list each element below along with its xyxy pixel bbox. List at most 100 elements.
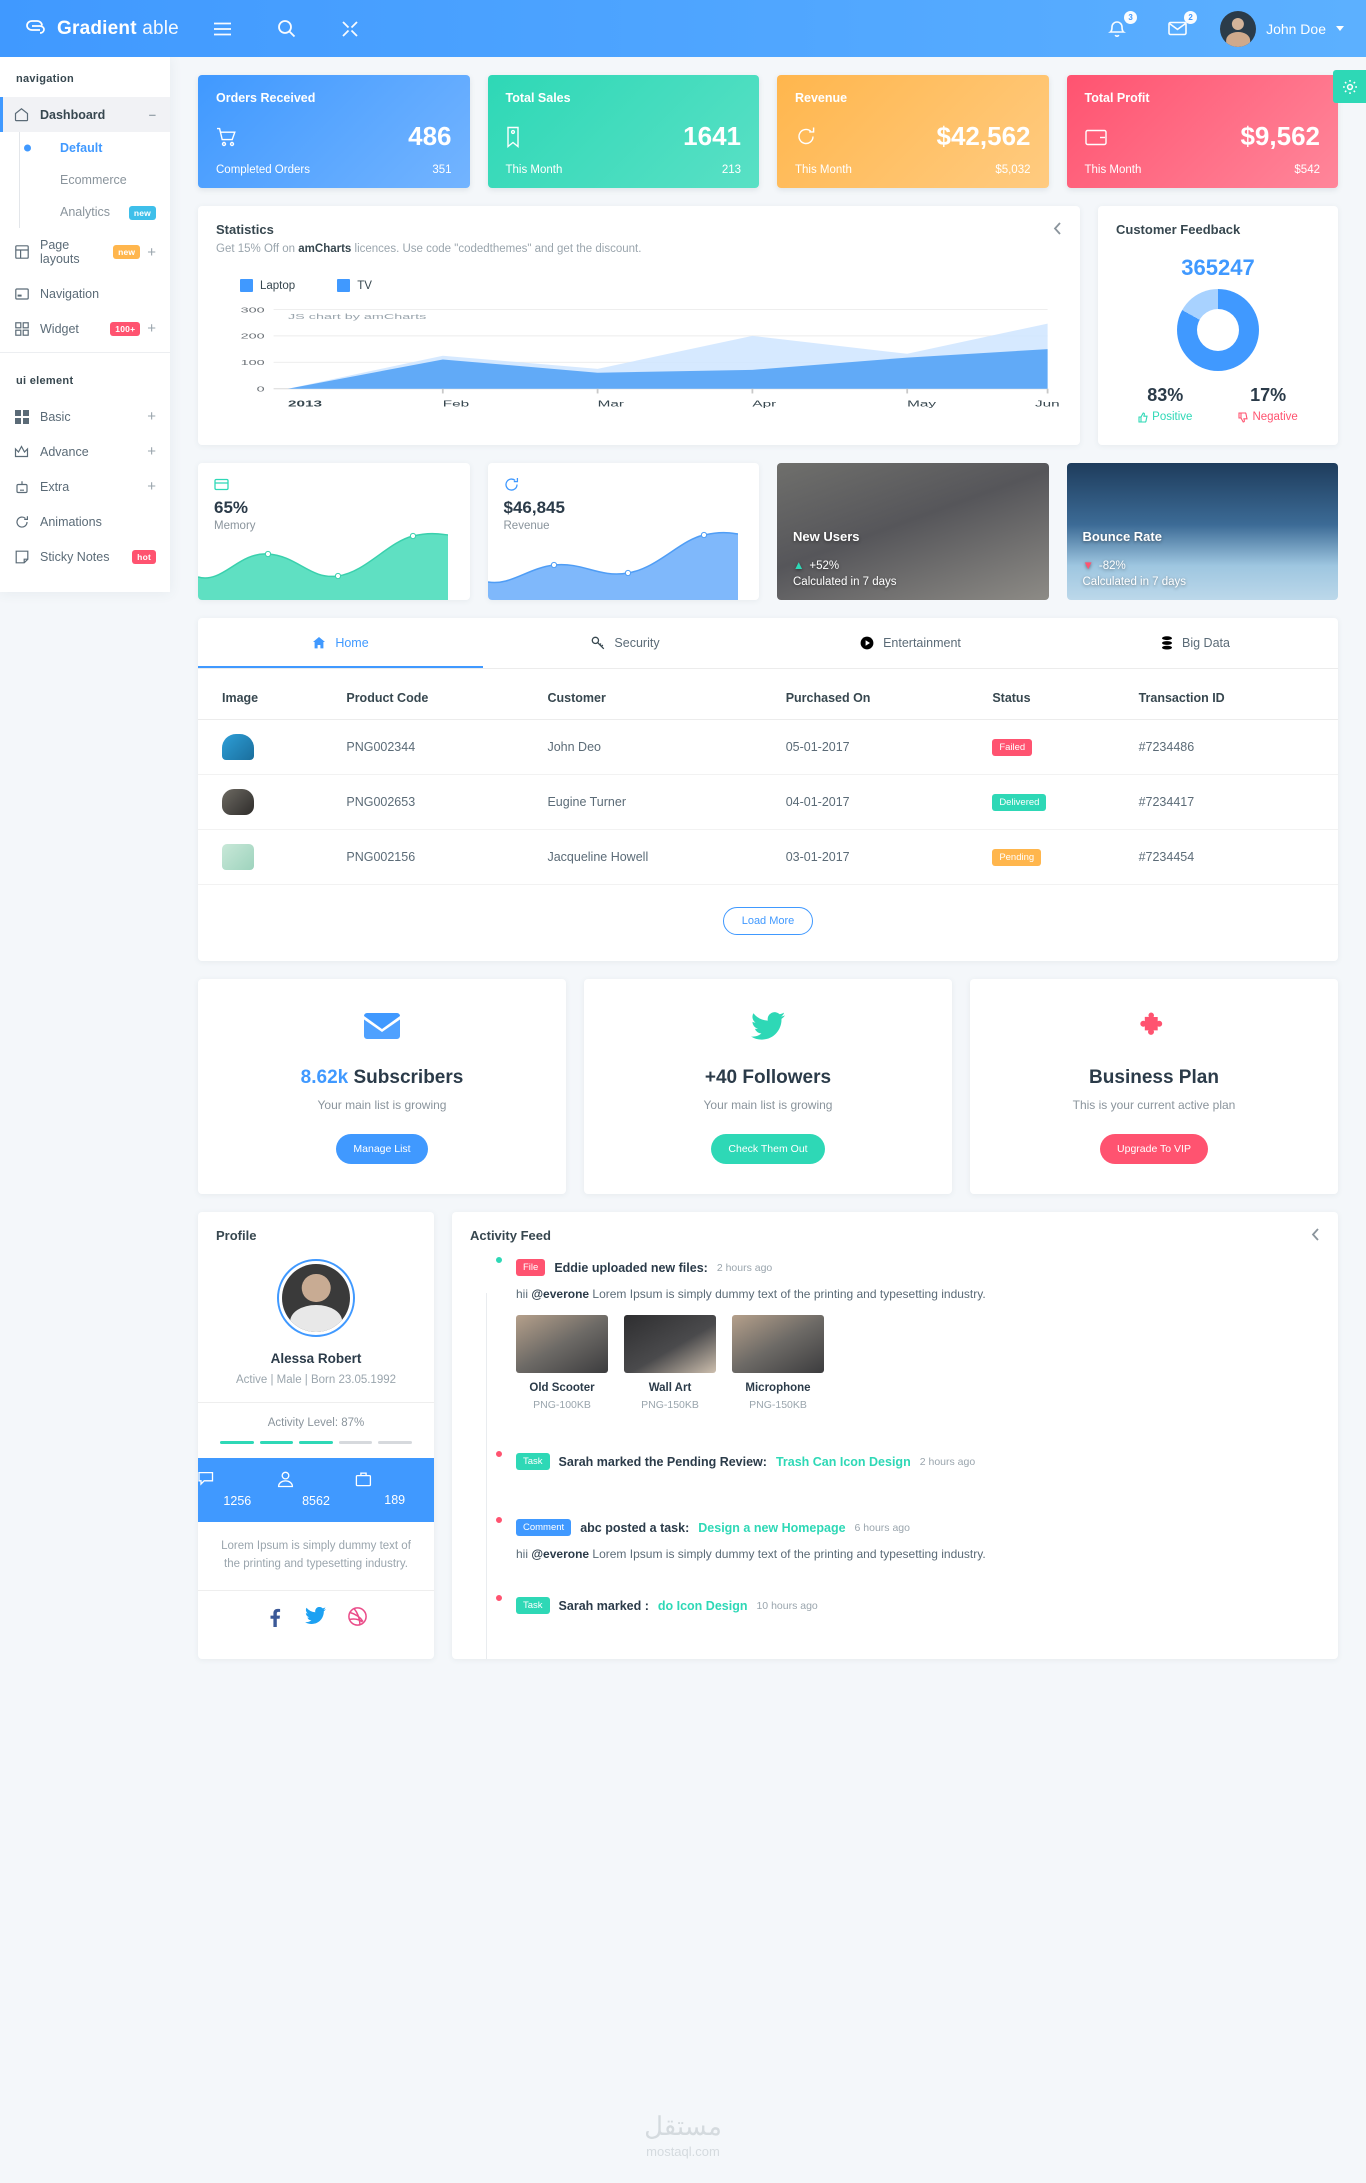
expand-toggle[interactable]: +: [147, 479, 156, 494]
file-item[interactable]: Wall Art PNG-150KB: [624, 1315, 716, 1411]
chevron-down-icon: [1336, 26, 1344, 31]
activity-link[interactable]: do Icon Design: [658, 1599, 748, 1613]
sidebar-item-widget[interactable]: Widget 100+ +: [0, 311, 170, 346]
file-item[interactable]: Microphone PNG-150KB: [732, 1315, 824, 1411]
profile-stat-comments[interactable]: 1256: [198, 1458, 277, 1522]
stat-foot-label: This Month: [1084, 164, 1142, 176]
cell-customer: Eugine Turner: [537, 774, 776, 830]
sidebar-item-label: Page layouts: [40, 238, 80, 266]
subtitle-post: licences. Use code "codedthemes" and get…: [351, 243, 642, 255]
tab-entertainment[interactable]: Entertainment: [768, 618, 1053, 668]
main-content: Orders Received 486 Completed Orders 351…: [170, 57, 1366, 1717]
paperclip-logo-icon: [22, 16, 48, 42]
sidebar-subitem-label: Ecommerce: [60, 173, 127, 187]
search-icon[interactable]: [269, 12, 303, 46]
sidebar-item-advance[interactable]: Advance +: [0, 434, 170, 469]
profile-stat-projects[interactable]: 189: [355, 1458, 434, 1522]
profile-stat-value: 1256: [223, 1494, 252, 1508]
col-customer: Customer: [537, 669, 776, 720]
tab-security[interactable]: Security: [483, 618, 768, 668]
home-icon: [312, 636, 326, 650]
tab-big-data[interactable]: Big Data: [1053, 618, 1338, 668]
upgrade-to-vip-button[interactable]: Upgrade To VIP: [1100, 1134, 1208, 1164]
sidebar-item-dashboard[interactable]: Dashboard –: [0, 97, 170, 132]
activity-link[interactable]: Design a new Homepage: [698, 1521, 845, 1535]
sidebar-subitem-default[interactable]: Default: [30, 132, 170, 164]
load-more-button[interactable]: Load More: [722, 907, 814, 935]
activity-tag: File: [516, 1259, 546, 1276]
sidebar-item-extra[interactable]: Extra +: [0, 469, 170, 504]
area-chart: 300 200 100 0 2013 Feb Mar Apr May Jun J…: [198, 296, 1080, 432]
hamburger-icon[interactable]: [205, 12, 239, 46]
table-row[interactable]: PNG002156 Jacqueline Howell 03-01-2017 P…: [198, 829, 1338, 885]
check-them-out-button[interactable]: Check Them Out: [711, 1134, 825, 1164]
watermark-latin: mostaql.com: [646, 2144, 720, 2159]
activity-bar: [378, 1441, 412, 1444]
sidebar-item-basic[interactable]: Basic +: [0, 399, 170, 434]
status-badge: Delivered: [992, 793, 1047, 811]
table-row[interactable]: PNG002653 Eugine Turner 04-01-2017 Deliv…: [198, 774, 1338, 830]
activity-bar: [259, 1441, 294, 1444]
sidebar-item-animations[interactable]: Animations: [0, 504, 170, 539]
avatar: [470, 1256, 503, 1289]
card-text: Your main list is growing: [703, 1098, 833, 1112]
tab-home[interactable]: Home: [198, 618, 483, 668]
legend-item-laptop[interactable]: Laptop: [240, 279, 295, 292]
twitter-icon[interactable]: [305, 1606, 326, 1627]
expand-toggle[interactable]: +: [147, 321, 156, 336]
svg-text:Apr: Apr: [752, 399, 776, 408]
dribbble-icon[interactable]: [348, 1606, 367, 1627]
collapse-toggle[interactable]: –: [149, 107, 156, 122]
stat-title: Orders Received: [216, 91, 316, 105]
file-thumbnail: [624, 1315, 716, 1373]
user-menu[interactable]: John Doe: [1220, 10, 1344, 47]
mail-icon[interactable]: 2: [1160, 10, 1198, 46]
expand-toggle[interactable]: +: [147, 409, 156, 424]
facebook-icon[interactable]: [265, 1607, 283, 1627]
feedback-positive: 83% Positive: [1138, 385, 1192, 423]
text-post: Lorem Ipsum is simply dummy text of the …: [589, 1547, 986, 1561]
expand-toggle[interactable]: +: [147, 245, 156, 260]
chevron-left-icon[interactable]: [1053, 222, 1062, 235]
chevron-left-icon[interactable]: [1311, 1228, 1320, 1241]
sidebar-item-label: Navigation: [40, 286, 100, 301]
bell-icon[interactable]: 3: [1100, 10, 1138, 46]
activity-link[interactable]: Trash Can Icon Design: [776, 1455, 911, 1469]
sidebar-item-sticky-notes[interactable]: Sticky Notes hot: [0, 539, 170, 574]
heading-text: Subscribers: [348, 1067, 464, 1088]
table-row[interactable]: PNG002344 John Deo 05-01-2017 Failed #72…: [198, 719, 1338, 775]
social-card-row: 8.62k Subscribers Your main list is grow…: [198, 979, 1338, 1194]
brand-logo-area[interactable]: Gradient able: [22, 16, 197, 42]
cell-purchased-on: 05-01-2017: [775, 719, 983, 775]
widget-value: $46,845: [503, 498, 565, 517]
avatar: [470, 1516, 503, 1549]
card-title: Statistics: [216, 222, 274, 237]
mention: @everone: [531, 1547, 590, 1561]
watermark: مستقل mostaql.com: [644, 2111, 722, 2159]
activity-item: Comment abc posted a task: Design a new …: [470, 1505, 1318, 1583]
profile-stat-users[interactable]: 8562: [277, 1458, 356, 1522]
settings-gear-button[interactable]: [1333, 70, 1366, 103]
activity-title: Eddie uploaded new files:: [554, 1260, 708, 1275]
tab-bar: Home Security Entertainment Big Data: [198, 618, 1338, 669]
expand-toggle[interactable]: +: [147, 444, 156, 459]
user-name: John Doe: [1266, 20, 1326, 37]
sidebar-item-page-layouts[interactable]: Page layouts new +: [0, 228, 170, 276]
legend-item-tv[interactable]: TV: [337, 279, 372, 292]
activity-feed-card: Activity Feed File Eddie uploaded new fi…: [452, 1212, 1338, 1659]
note-icon: [14, 549, 29, 564]
top-navbar: Gradient able 3 2 John Doe: [0, 0, 1366, 57]
cell-purchased-on: 04-01-2017: [775, 774, 983, 830]
fullscreen-icon[interactable]: [333, 12, 367, 46]
sidebar-subitem-ecommerce[interactable]: Ecommerce: [30, 164, 170, 196]
file-thumbnail: [732, 1315, 824, 1373]
manage-list-button[interactable]: Manage List: [336, 1134, 428, 1164]
file-item[interactable]: Old Scooter PNG-100KB: [516, 1315, 608, 1411]
card-title: Customer Feedback: [1116, 222, 1241, 237]
activity-text: hii @everone Lorem Ipsum is simply dummy…: [516, 1547, 1318, 1561]
card-text: Your main list is growing: [317, 1098, 447, 1112]
squares-icon: [14, 409, 29, 424]
layout-icon: [14, 245, 29, 260]
sidebar-item-navigation[interactable]: Navigation: [0, 276, 170, 311]
sidebar-subitem-analytics[interactable]: Analytics new: [30, 196, 170, 228]
